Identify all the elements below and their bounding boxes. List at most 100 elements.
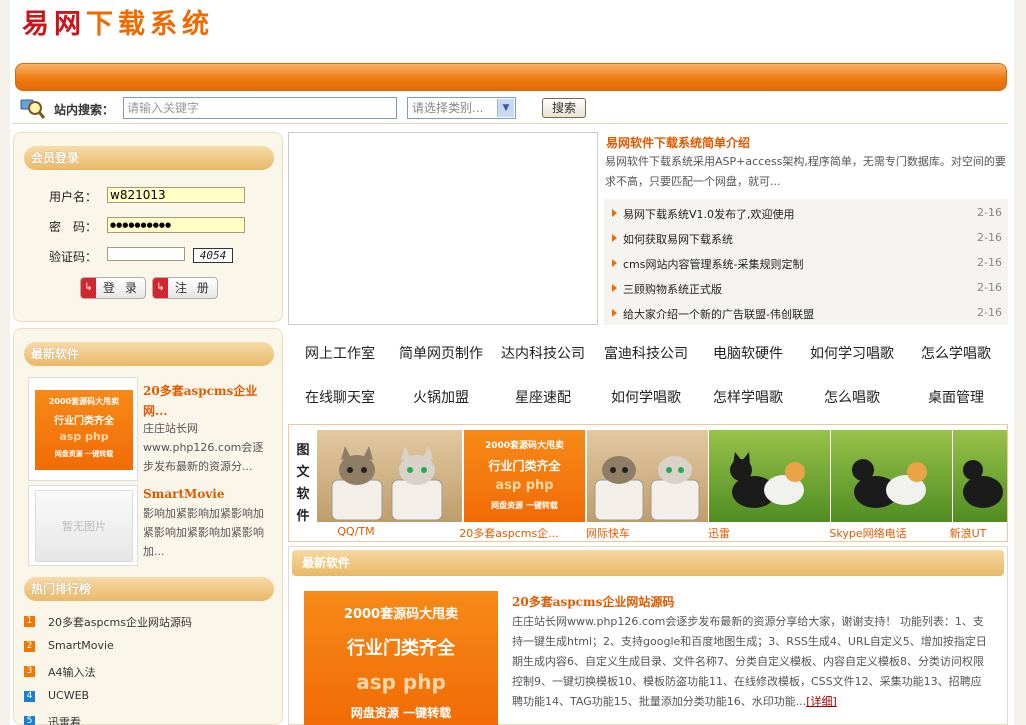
promo-line: 行业门类齐全	[347, 638, 455, 659]
rank-item[interactable]: 1 20多套aspcms企业网站源码	[24, 614, 274, 639]
rank-item[interactable]: 4 UCWEB	[24, 689, 274, 714]
register-button-label: 注 册	[175, 281, 212, 295]
news-title: cms网站内容管理系统-采集规则定制	[623, 258, 804, 271]
carousel-image[interactable]: 2000套源码大甩卖 行业门类齐全 asp php 网盘资源 一键转载	[464, 430, 585, 522]
software-thumb[interactable]: 暂无图片	[28, 485, 138, 566]
login-button[interactable]: ↳ 登 录	[80, 277, 146, 299]
rank-item[interactable]: 2 SmartMovie	[24, 639, 274, 664]
arrow-icon: ↳	[153, 278, 168, 298]
product-thumbnail[interactable]: 2000套源码大甩卖 行业门类齐全 asp php 网盘资源 一键转载	[304, 591, 498, 725]
news-date: 2-16	[977, 231, 1002, 244]
text-link[interactable]: 火锅加盟	[386, 387, 496, 407]
promo-line: 网盘资源 一键转载	[491, 501, 558, 510]
text-link[interactable]: 桌面管理	[901, 387, 1011, 407]
product-desc-text: 庄庄站长网www.php126.com会逐步发布最新的资源分享给大家，谢谢支持！…	[512, 615, 987, 708]
news-item[interactable]: 如何获取易网下载系统 2-16	[612, 227, 1002, 252]
news-item[interactable]: cms网站内容管理系统-采集规则定制 2-16	[612, 252, 1002, 277]
text-link[interactable]: 在线聊天室	[285, 387, 395, 407]
search-input[interactable]: 请输入关键字	[123, 97, 397, 119]
text-link[interactable]: 怎样学唱歌	[693, 387, 803, 407]
captcha-label: 验证码：	[49, 250, 98, 264]
nav-item-home[interactable]: 首页	[229, 6, 253, 23]
news-title: 易网下载系统V1.0发布了,欢迎使用	[623, 208, 795, 221]
banner-area[interactable]	[288, 132, 598, 325]
text-link[interactable]: 如何学唱歌	[591, 387, 701, 407]
cats-in-cups-illustration	[594, 456, 700, 521]
carousel-caption[interactable]: 迅雷	[659, 525, 779, 541]
product-title[interactable]: 20多套aspcms企业网站源码	[512, 593, 674, 610]
category-select[interactable]: 请选择类别... ▼	[407, 97, 516, 119]
text-link[interactable]: 达内科技公司	[488, 343, 598, 363]
more-link[interactable]: [详细]	[806, 695, 837, 708]
carousel-caption[interactable]: 网际快车	[548, 525, 668, 541]
nav-item-common-software[interactable]: 常用软件	[283, 6, 331, 23]
hot-rank-list: 1 20多套aspcms企业网站源码 2 SmartMovie 3 A4输入法 …	[24, 614, 274, 725]
news-date: 2-16	[977, 256, 1002, 269]
news-item[interactable]: 三顾购物系统正式版 2-16	[612, 277, 1002, 302]
captcha-field[interactable]	[107, 247, 185, 261]
nav-item-software-news[interactable]: 软件资讯	[439, 6, 487, 23]
latest-item-desc: 影响加紧影响加紧影响加紧影响加紧影响加紧影响加...	[143, 507, 264, 558]
rank-number: 3	[24, 666, 35, 677]
rank-number: 1	[24, 616, 35, 627]
carousel-image[interactable]	[831, 430, 952, 522]
rank-number: 5	[24, 716, 35, 725]
intro-title[interactable]: 易网软件下载系统简单介绍	[606, 134, 750, 151]
no-image-placeholder: 暂无图片	[35, 490, 133, 562]
login-button-label: 登 录	[103, 281, 140, 295]
rank-number: 2	[24, 641, 35, 652]
search-button[interactable]: 搜索	[542, 98, 586, 118]
latest-item-desc: 庄庄站长网www.php126.com会逐步发布最新的资源分...	[143, 422, 264, 473]
software-thumb[interactable]: 2000套源码大甩卖 行业门类齐全 asp php 网盘资源 一键转载	[28, 377, 138, 481]
carousel-image[interactable]	[587, 430, 708, 522]
carousel-image[interactable]	[953, 430, 1007, 522]
rank-name: A4输入法	[48, 666, 96, 679]
text-link[interactable]: 如何学习唱歌	[797, 343, 907, 363]
site-logo[interactable]: 易网下载系统	[22, 2, 214, 41]
cats-on-grass-illustration	[852, 459, 927, 508]
picture-software-label: 图 文 软 件	[291, 440, 315, 528]
search-label: 站内搜索：	[54, 103, 115, 117]
text-link[interactable]: 星座速配	[488, 387, 598, 407]
rank-item[interactable]: 5 迅雷看	[24, 714, 274, 725]
nav-item-essentials[interactable]: 装机必备	[361, 6, 409, 23]
text-link[interactable]: 简单网页制作	[386, 343, 496, 363]
logo-part2: 下载系统	[86, 9, 214, 40]
news-item[interactable]: 易网下载系统V1.0发布了,欢迎使用 2-16	[612, 202, 1002, 227]
news-title: 给大家介绍一个新的广告联盟-伟创联盟	[623, 308, 814, 321]
promo-line: asp php	[495, 478, 554, 493]
carousel-caption[interactable]: QQ/TM	[296, 525, 416, 538]
password-field[interactable]: ●●●●●●●●●●	[107, 217, 245, 233]
news-title: 三顾购物系统正式版	[623, 283, 722, 296]
carousel-image[interactable]	[709, 430, 830, 522]
carousel-image[interactable]	[317, 430, 462, 522]
rank-name: UCWEB	[48, 689, 90, 702]
promo-line: 网盘资源 一键转载	[350, 706, 452, 720]
text-link[interactable]: 怎么唱歌	[797, 387, 907, 407]
rank-item[interactable]: 3 A4输入法	[24, 664, 274, 689]
username-field[interactable]: w821013	[107, 187, 245, 203]
text-link[interactable]: 怎么学唱歌	[901, 343, 1011, 363]
promo-line: asp php	[356, 670, 446, 694]
latest-software-main-title: 最新软件	[292, 550, 1004, 576]
chevron-down-icon: ▼	[497, 99, 514, 117]
nav-item-tutorials[interactable]: 软件教程	[517, 6, 565, 23]
register-button[interactable]: ↳ 注 册	[152, 277, 218, 299]
captcha-image[interactable]: 4054	[193, 248, 233, 263]
rank-name: SmartMovie	[48, 639, 114, 652]
text-link[interactable]: 电脑软硬件	[693, 343, 803, 363]
news-item[interactable]: 给大家介绍一个新的广告联盟-伟创联盟 2-16	[612, 302, 1002, 327]
text-link[interactable]: 网上工作室	[285, 343, 395, 363]
product-description: 庄庄站长网www.php126.com会逐步发布最新的资源分享给大家，谢谢支持！…	[512, 612, 992, 712]
cats-on-grass-illustration	[730, 452, 805, 508]
bullet-arrow-icon	[612, 209, 617, 217]
login-title: 会员登录	[24, 146, 274, 170]
latest-item-title[interactable]: 20多套aspcms企业网...	[143, 381, 263, 421]
logo-part1: 易网	[22, 9, 86, 40]
magnifier-icon	[20, 99, 46, 119]
bullet-arrow-icon	[612, 259, 617, 267]
carousel-caption[interactable]: 新浪UT	[908, 525, 1026, 541]
nav-item-contact[interactable]: 联系我们	[595, 6, 643, 23]
latest-item-title[interactable]: SmartMovie	[143, 487, 224, 501]
text-link[interactable]: 富迪科技公司	[591, 343, 701, 363]
